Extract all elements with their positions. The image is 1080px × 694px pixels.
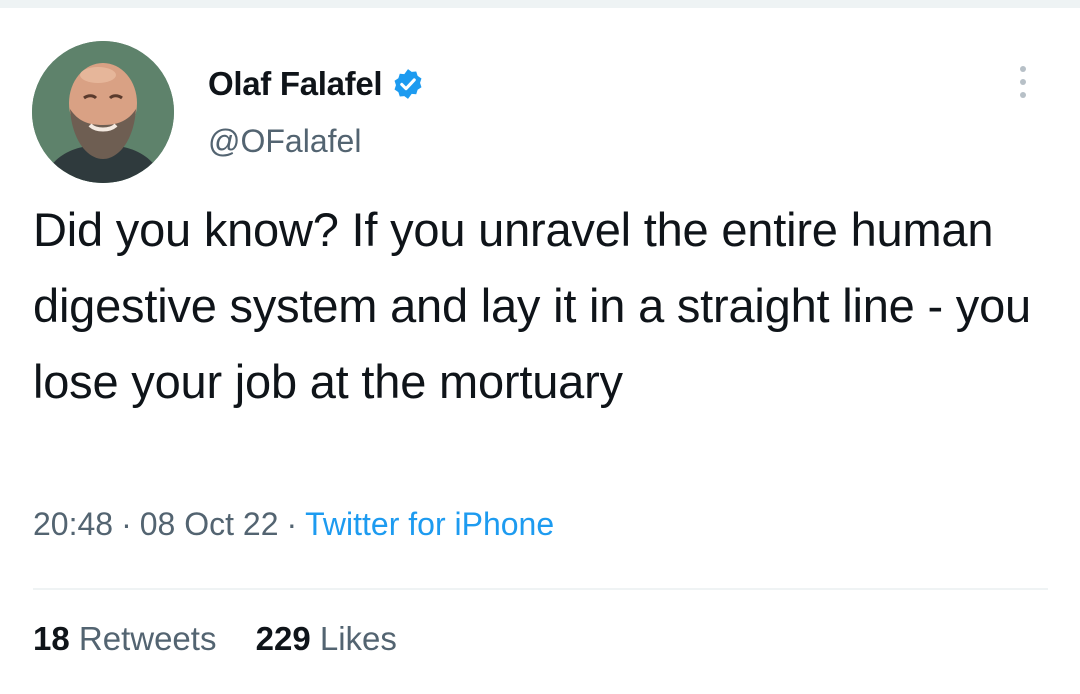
avatar[interactable] [32,41,174,183]
avatar-photo [32,41,174,183]
retweets-label: Retweets [78,620,217,657]
likes-label: Likes [319,620,397,657]
meta-separator: · [286,506,298,542]
display-name[interactable]: Olaf Falafel [208,65,383,103]
stats-divider [33,588,1048,590]
tweet-text: Did you know? If you unravel the entire … [33,203,1031,408]
more-options-icon[interactable] [1008,66,1038,104]
author-name-row[interactable]: Olaf Falafel [208,60,425,108]
meta-separator: · [121,506,132,542]
likes-count: 229 [255,620,311,657]
retweets-stat[interactable]: 18 Retweets [33,620,216,657]
user-handle[interactable]: @OFalafel [208,123,361,160]
tweet-date[interactable]: 08 Oct 22 [140,506,279,542]
verified-badge-icon [391,67,425,101]
likes-stat[interactable]: 229 Likes [256,620,397,657]
tweet-time[interactable]: 20:48 [33,506,113,542]
tweet-source-link[interactable]: Twitter for iPhone [305,506,554,542]
engagement-stats: 18 Retweets 229 Likes [33,620,427,658]
tweet-metadata: 20:48 · 08 Oct 22 · Twitter for iPhone [33,506,554,543]
retweets-count: 18 [33,620,70,657]
top-divider [0,0,1080,8]
